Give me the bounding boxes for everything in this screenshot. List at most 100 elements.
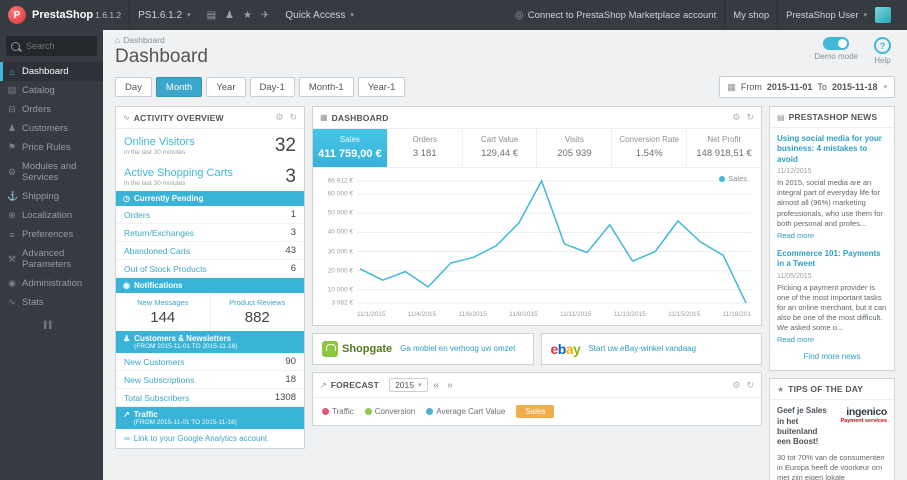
sidebar-item-administration[interactable]: ◉ Administration: [0, 274, 103, 293]
legend-conversion[interactable]: Conversion: [364, 407, 415, 416]
kpi-sales[interactable]: Sales 411 759,00 €: [313, 129, 388, 167]
kpi-visits[interactable]: Visits 205 939: [537, 129, 613, 167]
sidebar-item-price-rules[interactable]: ⚑ Price Rules: [0, 138, 103, 157]
out-of-stock-link[interactable]: Out of Stock Products: [124, 264, 207, 274]
kpi-conversion-rate[interactable]: Conversion Rate 1.54%: [612, 129, 688, 167]
marketplace-link[interactable]: ◎ Connect to PrestaShop Marketplace acco…: [507, 0, 724, 30]
active-carts-sub: in the last 30 minutes: [124, 180, 186, 187]
range-button-day[interactable]: Day: [115, 77, 152, 97]
refresh-icon[interactable]: ↻: [289, 112, 297, 123]
range-button-month-1[interactable]: Month-1: [298, 77, 354, 97]
online-visitors-sub: in the last 30 minutes: [124, 149, 186, 156]
my-shop-link[interactable]: My shop: [725, 0, 777, 30]
sidebar-item-label: Advanced Parameters: [22, 248, 72, 270]
demo-mode-toggle[interactable]: [823, 37, 850, 50]
chart-legend[interactable]: Sales: [719, 174, 747, 183]
refresh-icon[interactable]: ↻: [746, 112, 754, 123]
sidebar-item-customers[interactable]: ♟ Customers: [0, 119, 103, 138]
tip-header: Geef je Sales in het buitenland een Boos…: [777, 406, 887, 448]
abandoned-carts-link[interactable]: Abandoned Carts: [124, 246, 190, 256]
next-year-button[interactable]: »: [445, 380, 455, 391]
year-selector[interactable]: 2015 ▾: [389, 378, 428, 392]
sidebar-item-stats[interactable]: ∿ Stats: [0, 293, 103, 312]
new-subscriptions-link[interactable]: New Subscriptions: [124, 375, 194, 385]
shopgate-brand: Shopgate: [342, 343, 393, 355]
help-label: Help: [874, 56, 891, 65]
returns-link[interactable]: Return/Exchanges: [124, 228, 194, 238]
sidebar-item-advanced-parameters[interactable]: ⚒ Advanced Parameters: [0, 244, 103, 274]
orders-link[interactable]: Orders: [124, 210, 150, 220]
range-button-year[interactable]: Year: [206, 77, 246, 97]
news-article-title[interactable]: Using social media for your business: 4 …: [777, 134, 887, 165]
gear-icon[interactable]: ⚙: [732, 112, 740, 123]
find-more-news-link[interactable]: Find more news: [777, 344, 887, 364]
legend-traffic[interactable]: Traffic: [322, 407, 354, 416]
user-menu[interactable]: PrestaShop User ▾: [778, 0, 907, 30]
new-customers-link[interactable]: New Customers: [124, 357, 184, 367]
active-carts-value: 3: [285, 166, 296, 187]
ebay-link[interactable]: Start uw eBay-winkel vandaag: [588, 344, 696, 354]
range-button-year-1[interactable]: Year-1: [357, 77, 406, 97]
read-more-link[interactable]: Read more: [777, 335, 887, 344]
star-icon[interactable]: ★: [243, 10, 252, 21]
chart-plot: 3 082 €10 000 €20 000 €30 000 €40 000 €5…: [323, 176, 751, 308]
kpi-value: 1.54%: [635, 148, 663, 159]
panel-header: ∿ ACTIVITY OVERVIEW ⚙ ↻: [116, 107, 304, 129]
sidebar-item-catalog[interactable]: ▤ Catalog: [0, 81, 103, 100]
help-icon[interactable]: ?: [874, 37, 891, 54]
sidebar-item-orders[interactable]: ⊟ Orders: [0, 100, 103, 119]
sidebar-item-dashboard[interactable]: ⌂ Dashboard: [0, 62, 103, 81]
prestashop-logo-icon[interactable]: P: [8, 6, 26, 24]
sidebar-search: [6, 36, 97, 56]
shopgate-link[interactable]: Ga mobiel en verhoog uw omzet: [400, 344, 515, 354]
new-messages-cell[interactable]: New Messages 144: [116, 293, 210, 331]
product-reviews-cell[interactable]: Product Reviews 882: [209, 293, 305, 331]
customers-row: New Customers 90: [116, 353, 304, 371]
globe-icon: ⊕: [8, 210, 16, 220]
customers-icon[interactable]: ♟: [225, 10, 234, 21]
search-input[interactable]: [24, 40, 96, 52]
logo-letter: P: [13, 9, 21, 21]
panel-actions: ⚙ ↻: [732, 112, 754, 123]
shop-selector[interactable]: PS1.6.1.2 ▾: [130, 0, 198, 30]
kpi-cart-value[interactable]: Cart Value 129,44 €: [463, 129, 538, 167]
topbar: P PrestaShop 1.6.1.2 PS1.6.1.2 ▾ ▤ ♟ ★ ✈ …: [0, 0, 907, 30]
news-article-title[interactable]: Ecommerce 101: Payments in a Tweet: [777, 249, 887, 270]
total-subscribers-link[interactable]: Total Subscribers: [124, 393, 189, 403]
tip-headline: Geef je Sales in het buitenland een Boos…: [777, 406, 827, 447]
plane-icon[interactable]: ✈: [261, 10, 269, 21]
date-range-picker[interactable]: ▦ From 2015-11-01 To 2015-11-18 ▾: [719, 76, 895, 98]
sidebar-item-label: Orders: [22, 104, 52, 115]
range-button-month[interactable]: Month: [155, 77, 203, 97]
chart-icon: ↗: [320, 380, 327, 390]
gear-icon[interactable]: ⚙: [275, 112, 283, 123]
sidebar-collapse-icon[interactable]: ▌▌: [0, 312, 103, 329]
legend-sales-button[interactable]: Sales: [516, 405, 555, 418]
calendar-icon: ▦: [727, 81, 736, 92]
module-ads-row: Shopgate Ga mobiel en verhoog uw omzet e…: [312, 333, 762, 365]
kpi-net-profit[interactable]: Net Profit 148 918,51 €: [687, 129, 761, 167]
quick-access-menu[interactable]: Quick Access ▾: [277, 0, 362, 30]
google-analytics-link[interactable]: ∞ Link to your Google Analytics account: [116, 429, 304, 448]
legend-average-cart-value[interactable]: Average Cart Value: [426, 407, 505, 416]
sidebar-item-preferences[interactable]: ≡ Preferences: [0, 225, 103, 244]
active-carts-link[interactable]: Active Shopping Carts: [124, 167, 233, 179]
sidebar-item-modules[interactable]: ⚙ Modules and Services: [0, 157, 103, 187]
notifications-header: ◉ Notifications: [116, 278, 304, 293]
previous-year-button[interactable]: «: [432, 380, 442, 391]
cart-icon[interactable]: ▤: [207, 10, 216, 21]
kpi-orders[interactable]: Orders 3 181: [388, 129, 463, 167]
brand-area: P PrestaShop 1.6.1.2: [0, 0, 129, 30]
notifications-grid: New Messages 144 Product Reviews 882: [116, 293, 304, 331]
orders-icon: ⊟: [8, 104, 16, 114]
online-visitors-link[interactable]: Online Visitors: [124, 136, 195, 148]
read-more-link[interactable]: Read more: [777, 231, 887, 240]
legend-label: Sales: [728, 174, 747, 183]
range-button-day-1[interactable]: Day-1: [249, 77, 295, 97]
sidebar-item-localization[interactable]: ⊕ Localization: [0, 206, 103, 225]
catalog-icon: ▤: [7, 85, 17, 95]
sidebar-item-shipping[interactable]: ⚓ Shipping: [0, 187, 103, 206]
refresh-icon[interactable]: ↻: [746, 380, 754, 391]
gear-icon[interactable]: ⚙: [732, 380, 740, 391]
activity-column: ∿ ACTIVITY OVERVIEW ⚙ ↻ Online Visitors …: [115, 106, 305, 456]
